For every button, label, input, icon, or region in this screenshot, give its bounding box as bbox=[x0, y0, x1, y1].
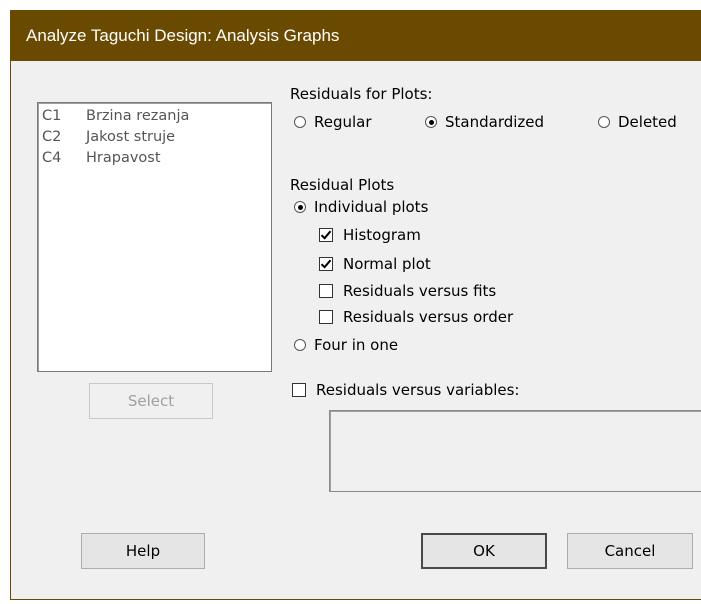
standardized-label: Standardized bbox=[445, 113, 545, 131]
list-item[interactable]: C4 Hrapavost bbox=[38, 148, 271, 169]
residual-plots-heading: Residual Plots bbox=[290, 176, 395, 194]
dialog-window: Analyze Taguchi Design: Analysis Graphs … bbox=[10, 10, 701, 600]
radio-indicator bbox=[425, 116, 437, 128]
radio-indicator bbox=[598, 116, 610, 128]
column-id: C1 bbox=[42, 108, 62, 124]
normal-plot-label: Normal plot bbox=[343, 255, 431, 273]
ok-button[interactable]: OK bbox=[421, 533, 547, 569]
residuals-vs-fits-label: Residuals versus fits bbox=[343, 282, 497, 300]
radio-indicator bbox=[294, 201, 306, 213]
radio-indicator bbox=[294, 116, 306, 128]
list-item[interactable]: C2 Jakost struje bbox=[38, 127, 271, 148]
cancel-button[interactable]: Cancel bbox=[567, 533, 693, 569]
residuals-vs-order-checkbox[interactable]: Residuals versus order bbox=[319, 308, 513, 326]
column-id: C2 bbox=[42, 129, 62, 145]
column-name: Brzina rezanja bbox=[86, 108, 190, 124]
help-button[interactable]: Help bbox=[81, 533, 205, 569]
residuals-for-plots-heading: Residuals for Plots: bbox=[290, 85, 433, 103]
normal-plot-checkbox[interactable]: Normal plot bbox=[319, 255, 431, 273]
regular-radio[interactable]: Regular bbox=[294, 113, 372, 131]
deleted-radio[interactable]: Deleted bbox=[598, 113, 677, 131]
checkmark-icon bbox=[320, 259, 332, 269]
variables-list[interactable]: C1 Brzina rezanja C2 Jakost struje C4 Hr… bbox=[37, 102, 272, 372]
histogram-checkbox[interactable]: Histogram bbox=[319, 226, 421, 244]
check-indicator bbox=[319, 228, 333, 242]
individual-plots-label: Individual plots bbox=[314, 198, 429, 216]
residuals-vs-order-label: Residuals versus order bbox=[343, 308, 514, 326]
residuals-vs-fits-checkbox[interactable]: Residuals versus fits bbox=[319, 282, 496, 300]
select-button[interactable]: Select bbox=[89, 383, 213, 419]
checkmark-icon bbox=[320, 230, 332, 240]
check-indicator bbox=[319, 310, 333, 324]
title-bar: Analyze Taguchi Design: Analysis Graphs bbox=[11, 11, 701, 61]
column-name: Jakost struje bbox=[86, 129, 176, 145]
check-indicator bbox=[319, 284, 333, 298]
regular-label: Regular bbox=[314, 113, 372, 131]
four-in-one-label: Four in one bbox=[314, 336, 399, 354]
residuals-vs-variables-checkbox[interactable]: Residuals versus variables: bbox=[292, 381, 520, 399]
check-indicator bbox=[319, 257, 333, 271]
column-name: Hrapavost bbox=[86, 150, 161, 166]
check-indicator bbox=[292, 383, 306, 397]
list-item[interactable]: C1 Brzina rezanja bbox=[38, 106, 271, 127]
deleted-label: Deleted bbox=[618, 113, 677, 131]
individual-plots-radio[interactable]: Individual plots bbox=[294, 198, 428, 216]
residuals-vs-variables-label: Residuals versus variables: bbox=[316, 381, 520, 399]
column-id: C4 bbox=[42, 150, 62, 166]
residuals-vs-variables-input[interactable] bbox=[329, 410, 701, 492]
histogram-label: Histogram bbox=[343, 226, 421, 244]
standardized-radio[interactable]: Standardized bbox=[425, 113, 544, 131]
radio-indicator bbox=[294, 339, 306, 351]
four-in-one-radio[interactable]: Four in one bbox=[294, 336, 398, 354]
